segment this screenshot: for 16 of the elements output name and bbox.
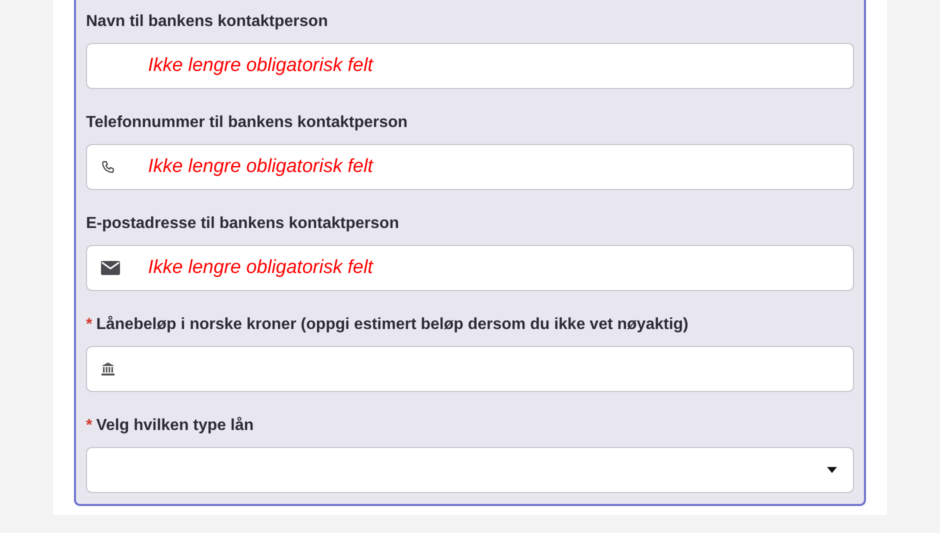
field-label: Lånebeløp i norske kroner (oppgi estimert beløp dersom du ikke vet nøyaktig) xyxy=(96,316,688,333)
email-field[interactable]: Ikke lengre obligatorisk felt xyxy=(86,245,854,291)
caret-icon xyxy=(827,467,837,473)
envelope-icon xyxy=(101,261,120,275)
field-label: Telefonnummer til bankens kontaktperson xyxy=(86,114,408,131)
required-mark: * xyxy=(86,316,92,333)
select-field[interactable] xyxy=(86,447,854,493)
field-label: Navn til bankens kontaktperson xyxy=(86,13,328,30)
required-mark: * xyxy=(86,417,92,434)
phone-field[interactable]: Ikke lengre obligatorisk felt xyxy=(86,144,854,190)
phone-icon xyxy=(101,160,115,174)
field-label: E-postadresse til bankens kontaktperson xyxy=(86,215,399,232)
field-label: Velg hvilken type lån xyxy=(96,417,254,434)
input-field[interactable]: Ikke lengre obligatorisk felt xyxy=(86,43,854,89)
bank-icon xyxy=(101,362,115,376)
amount-field[interactable] xyxy=(86,346,854,392)
